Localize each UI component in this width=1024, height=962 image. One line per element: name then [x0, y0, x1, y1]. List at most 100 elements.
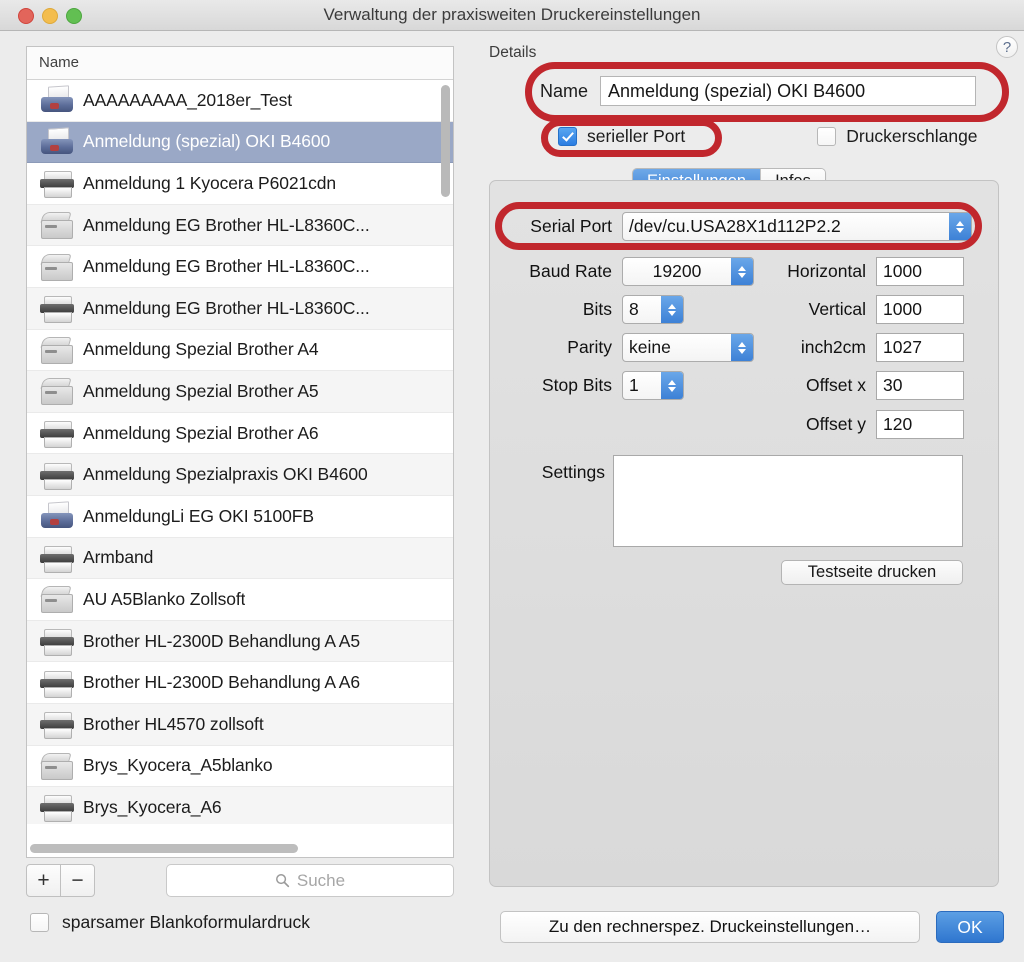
add-printer-button[interactable]: +	[26, 864, 61, 897]
printer-list-header: Name	[27, 47, 453, 80]
print-queue-checkbox[interactable]	[817, 127, 837, 146]
printer-list-item[interactable]: AAAAAAAAA_2018er_Test	[27, 80, 453, 122]
sparsamer-blankoformulardruck-checkbox[interactable]	[30, 913, 49, 932]
printer-blue-icon	[37, 126, 77, 158]
printer-list-item-label: Anmeldung Spezial Brother A6	[83, 422, 319, 443]
printer-list-item[interactable]: AU A5Blanko Zollsoft	[27, 579, 453, 621]
printer-list-item-label: Anmeldung Spezialpraxis OKI B4600	[83, 464, 368, 485]
printer-list-toolbar: + − Suche	[26, 864, 454, 897]
serial-port-stepper-icon[interactable]	[949, 213, 971, 240]
printer-grey-icon	[37, 167, 77, 199]
printer-grey-icon	[37, 791, 77, 823]
serial-port-checkbox-row[interactable]: serieller Port	[558, 126, 685, 147]
printer-list-item[interactable]: Anmeldung 1 Kyocera P6021cdn	[27, 163, 453, 205]
printer-list-item-label: Brother HL-2300D Behandlung A A5	[83, 630, 361, 651]
list-horizontal-scroll-thumb[interactable]	[30, 844, 298, 853]
list-vertical-scroll-thumb[interactable]	[441, 85, 450, 197]
vertical-input[interactable]: 1000	[876, 295, 964, 324]
horizontal-input[interactable]: 1000	[876, 257, 964, 286]
offset-x-input[interactable]: 30	[876, 371, 964, 400]
printer-list-item[interactable]: Anmeldung Spezialpraxis OKI B4600	[27, 454, 453, 496]
printer-list-item[interactable]: Brother HL4570 zollsoft	[27, 703, 453, 746]
printer-box-icon	[37, 750, 77, 782]
parity-row: Parity keine	[508, 333, 754, 362]
parity-label: Parity	[567, 337, 612, 357]
offset-y-input[interactable]: 120	[876, 410, 964, 439]
printer-list-item[interactable]: Armband	[27, 537, 453, 580]
printer-list-item[interactable]: Anmeldung Spezial Brother A5	[27, 371, 453, 413]
baud-rate-label: Baud Rate	[529, 261, 612, 281]
inch2cm-input[interactable]: 1027	[876, 333, 964, 362]
printer-name-label: Name	[540, 80, 589, 101]
horizontal-label: Horizontal	[787, 261, 866, 281]
printer-grey-icon	[37, 542, 77, 574]
printer-list-item[interactable]: Anmeldung Spezial Brother A4	[27, 329, 453, 372]
printer-list-item-label: Armband	[83, 547, 154, 568]
offset-x-label: Offset x	[806, 375, 866, 395]
sparsamer-blankoformulardruck-row[interactable]: sparsamer Blankoformulardruck	[30, 912, 310, 933]
inch2cm-label: inch2cm	[800, 337, 866, 357]
printer-list-item[interactable]: Anmeldung EG Brother HL-L8360C...	[27, 287, 453, 330]
bits-popup[interactable]: 8	[622, 295, 684, 324]
printer-list-item[interactable]: Anmeldung EG Brother HL-L8360C...	[27, 204, 453, 247]
bits-row: Bits 8	[508, 295, 684, 324]
printer-list-item-label: Brys_Kyocera_A6	[83, 796, 222, 817]
help-icon[interactable]: ?	[996, 36, 1018, 58]
list-vertical-scrollbar[interactable]	[440, 83, 451, 821]
printer-box-icon	[37, 334, 77, 366]
parity-value: keine	[629, 337, 671, 357]
printer-list-item[interactable]: Brys_Kyocera_A6	[27, 787, 453, 824]
printer-list-item[interactable]: AnmeldungLi EG OKI 5100FB	[27, 495, 453, 538]
printer-grey-icon	[37, 667, 77, 699]
vertical-row: Vertical 1000	[748, 295, 964, 324]
printer-list-item[interactable]: Brother HL-2300D Behandlung A A6	[27, 662, 453, 704]
serial-port-row: Serial Port /dev/cu.USA28X1d112P2.2	[508, 212, 972, 241]
printer-list-item-label: Anmeldung EG Brother HL-L8360C...	[83, 256, 370, 277]
printer-list-item-label: Brother HL-2300D Behandlung A A6	[83, 672, 361, 693]
printer-list-item-label: Anmeldung EG Brother HL-L8360C...	[83, 214, 370, 235]
print-test-page-button[interactable]: Testseite drucken	[781, 560, 963, 585]
printer-list-item[interactable]: Anmeldung EG Brother HL-L8360C...	[27, 246, 453, 288]
print-queue-checkbox-label: Druckerschlange	[846, 126, 978, 146]
ok-button[interactable]: OK	[936, 911, 1004, 943]
list-horizontal-scrollbar[interactable]	[29, 843, 449, 854]
printer-grey-icon	[37, 708, 77, 740]
parity-popup[interactable]: keine	[622, 333, 754, 362]
serial-port-checkbox[interactable]	[558, 127, 577, 146]
printer-list-item-label: Anmeldung 1 Kyocera P6021cdn	[83, 172, 337, 193]
printer-list-item-label: Anmeldung Spezial Brother A4	[83, 339, 319, 360]
printer-list-item-label: Anmeldung Spezial Brother A5	[83, 380, 319, 401]
offset-x-row: Offset x 30	[748, 371, 964, 400]
printer-list-panel: Name AAAAAAAAA_2018er_Test Anmeldung (spe…	[26, 46, 454, 858]
settings-label: Settings	[541, 462, 605, 482]
printer-box-icon	[37, 375, 77, 407]
remove-printer-button[interactable]: −	[60, 864, 95, 897]
serial-port-value: /dev/cu.USA28X1d112P2.2	[629, 216, 841, 236]
search-placeholder: Suche	[296, 870, 346, 890]
printer-list-item-label: AU A5Blanko Zollsoft	[83, 588, 246, 609]
search-input[interactable]: Suche	[166, 864, 454, 897]
offset-y-row: Offset y 120	[748, 410, 964, 439]
printer-name-row: Name Anmeldung (spezial) OKI B4600	[540, 76, 977, 106]
printer-box-icon	[37, 209, 77, 241]
serial-port-popup[interactable]: /dev/cu.USA28X1d112P2.2	[622, 212, 972, 241]
baud-rate-popup[interactable]: 19200	[622, 257, 754, 286]
printer-list-item[interactable]: Brother HL-2300D Behandlung A A5	[27, 620, 453, 663]
serial-port-checkbox-label: serieller Port	[587, 126, 686, 146]
printer-name-input[interactable]: Anmeldung (spezial) OKI B4600	[600, 76, 977, 106]
machine-specific-settings-button[interactable]: Zu den rechnerspez. Druckeinstellungen…	[500, 911, 920, 943]
inch2cm-row: inch2cm 1027	[748, 333, 964, 362]
print-queue-checkbox-row[interactable]: Druckerschlange	[817, 126, 978, 147]
horizontal-row: Horizontal 1000	[748, 257, 964, 286]
printer-list-item-label: Brys_Kyocera_A5blanko	[83, 755, 273, 776]
printer-list-item-label: Anmeldung (spezial) OKI B4600	[83, 131, 331, 152]
printer-list-item[interactable]: Brys_Kyocera_A5blanko	[27, 745, 453, 788]
stop-bits-stepper-icon[interactable]	[661, 372, 683, 399]
stop-bits-popup[interactable]: 1	[622, 371, 684, 400]
bits-stepper-icon[interactable]	[661, 296, 683, 323]
printer-box-icon	[37, 583, 77, 615]
printer-list-item[interactable]: Anmeldung (spezial) OKI B4600	[27, 121, 453, 164]
window-title: Verwaltung der praxisweiten Druckereinst…	[323, 5, 701, 24]
printer-list-item[interactable]: Anmeldung Spezial Brother A6	[27, 412, 453, 455]
settings-textarea[interactable]	[613, 455, 963, 547]
